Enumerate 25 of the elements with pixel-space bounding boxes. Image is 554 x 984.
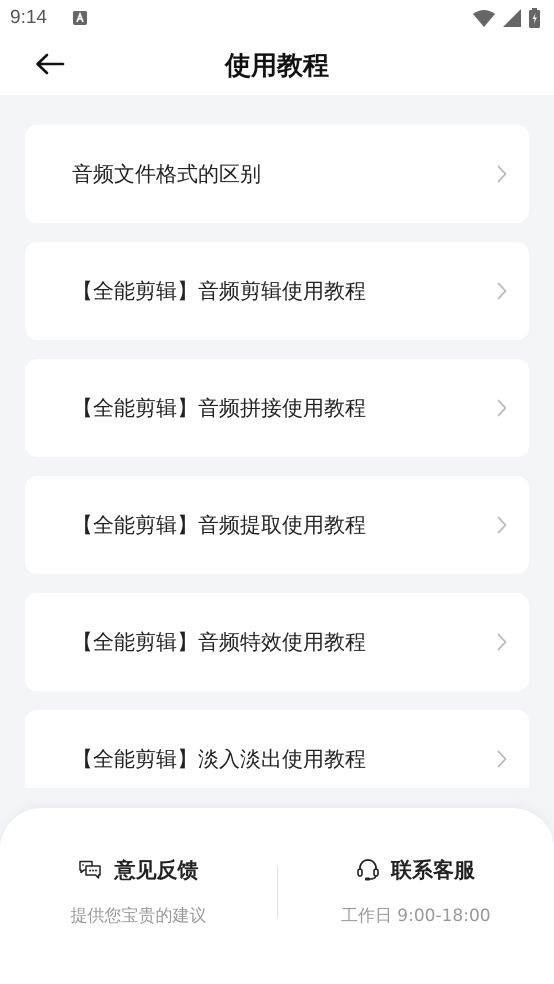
footer-subtitle: 工作日 9:00-18:00 xyxy=(340,905,491,927)
chevron-right-icon xyxy=(497,750,507,768)
signal-icon xyxy=(503,9,521,27)
wifi-icon xyxy=(473,10,495,26)
status-time: 9:14 xyxy=(10,7,47,29)
footer-subtitle: 提供您宝贵的建议 xyxy=(70,905,206,927)
tutorial-item[interactable]: 【全能剪辑】音频特效使用教程 xyxy=(25,593,529,691)
chevron-right-icon xyxy=(497,516,507,534)
back-arrow-icon[interactable] xyxy=(35,52,65,75)
tutorial-item[interactable]: 【全能剪辑】淡入淡出使用教程 xyxy=(25,710,529,788)
battery-icon xyxy=(529,8,540,28)
tutorial-item[interactable]: 音频文件格式的区别 xyxy=(25,125,529,223)
keyboard-icon xyxy=(72,11,87,25)
headset-icon xyxy=(356,858,379,882)
chevron-right-icon xyxy=(497,165,507,183)
page-title: 使用教程 xyxy=(225,50,329,83)
tutorial-item[interactable]: 【全能剪辑】音频拼接使用教程 xyxy=(25,359,529,457)
tutorial-item[interactable]: 【全能剪辑】音频剪辑使用教程 xyxy=(25,242,529,340)
chat-icon xyxy=(78,860,102,880)
chevron-right-icon xyxy=(497,633,507,651)
tutorial-item[interactable]: 【全能剪辑】音频提取使用教程 xyxy=(25,476,529,574)
chevron-right-icon xyxy=(497,282,507,300)
chevron-right-icon xyxy=(497,399,507,417)
feedback-button[interactable]: 意见反馈 xyxy=(78,856,198,884)
contact-support-button[interactable]: 联系客服 xyxy=(356,856,475,884)
